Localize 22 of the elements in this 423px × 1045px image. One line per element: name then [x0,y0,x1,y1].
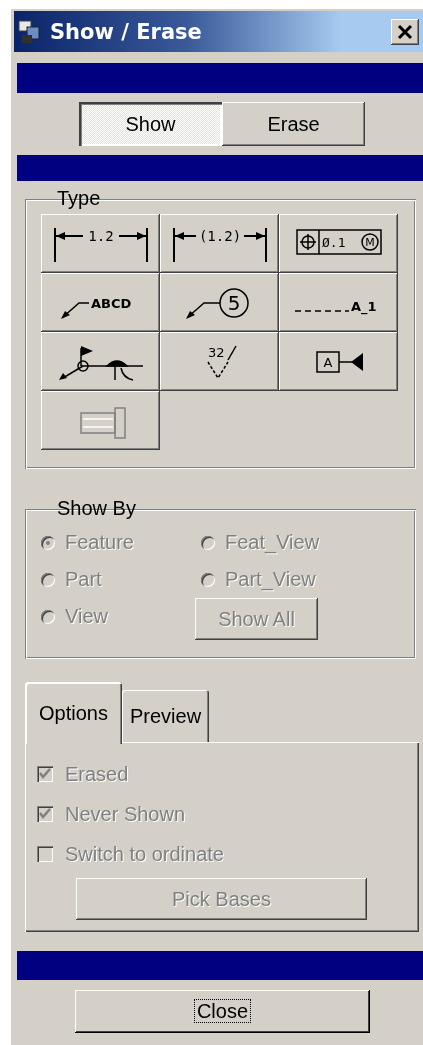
group-title: Show By [56,497,137,520]
balloon-button[interactable]: 5 [160,273,279,332]
tab[interactable]: Options [25,682,122,744]
mode-toggle-button[interactable]: Show [79,102,222,146]
tolerance-frame-button[interactable]: Ø.1 M [279,214,398,273]
close-button[interactable] [391,18,419,45]
window-title: Show / Erase [50,19,202,44]
cylinder-button[interactable] [41,391,160,450]
dimension-button[interactable]: 1.2 [41,214,160,273]
mode-toggle-button[interactable]: Erase [222,102,365,146]
reference-dimension-button[interactable]: (1.2) [160,214,279,273]
check-icon [38,767,52,781]
group-title: Type [56,187,102,210]
weld-symbol-button[interactable] [41,332,160,391]
note-leader-button[interactable]: ABCD [41,273,160,332]
surface-finish-button[interactable]: 32 [160,332,279,391]
close-icon [397,23,413,40]
tab[interactable]: Preview [121,690,210,742]
datum-target-button[interactable]: A [279,332,398,391]
close-dialog-button[interactable]: Close [75,990,370,1033]
check-icon [38,807,52,821]
axis-line-button[interactable]: A_1 [279,273,398,332]
